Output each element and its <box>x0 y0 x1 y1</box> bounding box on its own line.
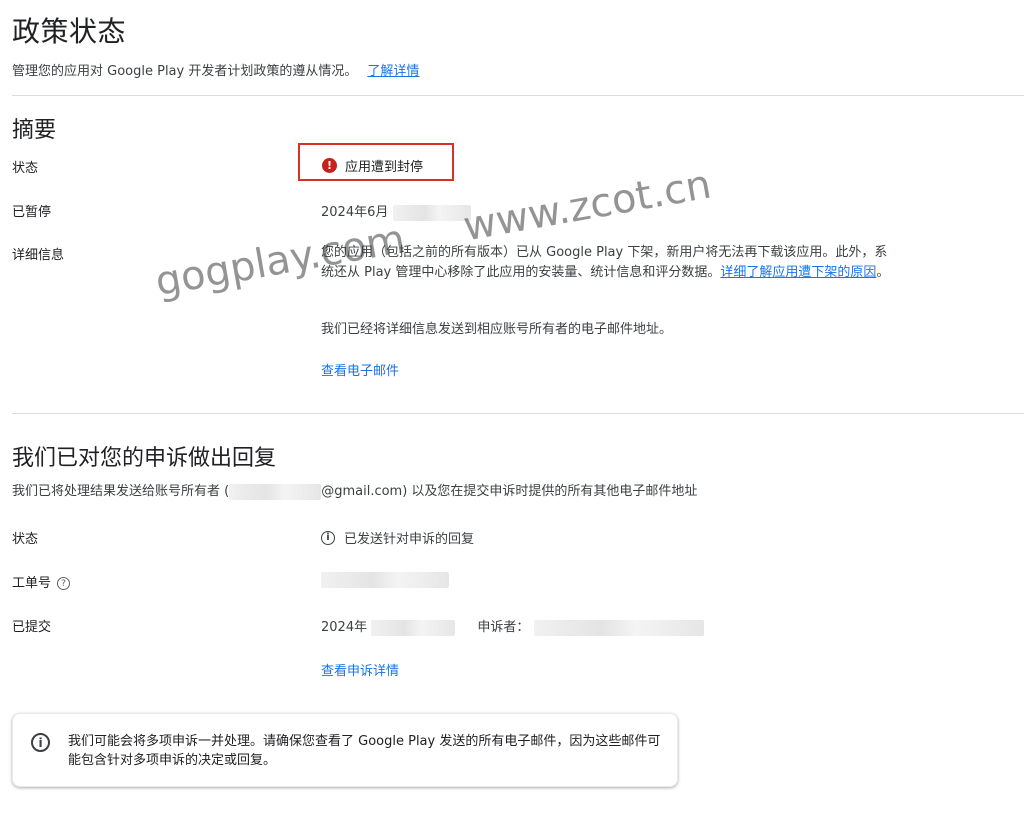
details-label: 详细信息 <box>12 248 65 263</box>
details-learn-link[interactable]: 详细了解应用遭下架的原因 <box>720 265 876 280</box>
ticket-label-text: 工单号 <box>12 576 52 591</box>
redacted-block <box>229 483 322 500</box>
suspended-date: 2024年6月 <box>321 205 389 220</box>
page-title: 政策状态 <box>12 15 127 48</box>
details-text: 您的应用（包括之前的所有版本）已从 Google Play 下架，新用户将无法再… <box>321 243 896 283</box>
ticket-value <box>321 572 449 588</box>
status-label: 状态 <box>12 161 39 176</box>
info-icon: i <box>31 733 50 752</box>
error-icon: ! <box>322 158 337 173</box>
learn-more-link[interactable]: 了解详情 <box>367 64 419 79</box>
ticket-label: 工单号? <box>12 572 71 591</box>
submitted-label: 已提交 <box>12 620 52 635</box>
submitted-date: 2024年 <box>321 620 368 635</box>
submitted-value: 2024年 申诉者： <box>321 616 704 636</box>
redacted-block <box>321 572 449 588</box>
status-value: ! 应用遭到封停 <box>322 156 423 175</box>
appeal-title: 我们已对您的申诉做出回复 <box>12 446 277 471</box>
appeal-status-text: 已发送针对申诉的回复 <box>344 532 475 547</box>
status-text: 应用遭到封停 <box>345 160 424 175</box>
redacted-block <box>371 619 456 636</box>
suspended-value: 2024年6月 <box>321 201 471 221</box>
info-card-text: 我们可能会将多项申诉一并处理。请确保您查看了 Google Play 发送的所有… <box>68 734 661 768</box>
appeal-sent-text: 我们已将处理结果发送给账号所有者 ( @gmail.com) 以及您在提交申诉时提… <box>12 480 697 500</box>
appeal-sent-prefix: 我们已将处理结果发送给账号所有者 ( <box>12 484 230 499</box>
subtitle-text: 管理您的应用对 Google Play 开发者计划政策的遵从情况。 <box>12 64 358 79</box>
redacted-block <box>392 204 471 221</box>
info-card: i 我们可能会将多项申诉一并处理。请确保您查看了 Google Play 发送的… <box>12 713 678 787</box>
view-email-link[interactable]: 查看电子邮件 <box>321 360 399 379</box>
details-end: 。 <box>876 265 890 280</box>
appellant-label: 申诉者： <box>477 620 530 635</box>
appeal-sent-suffix: @gmail.com) 以及您在提交申诉时提供的所有其他电子邮件地址 <box>321 484 698 499</box>
redacted-block <box>533 619 704 636</box>
page-subtitle: 管理您的应用对 Google Play 开发者计划政策的遵从情况。 了解详情 <box>12 60 419 79</box>
suspended-label: 已暂停 <box>12 205 52 220</box>
divider <box>12 413 1024 414</box>
watermark: www.zcot.cn <box>460 161 715 251</box>
email-notice: 我们已经将详细信息发送到相应账号所有者的电子邮件地址。 <box>321 322 673 337</box>
help-icon[interactable]: ? <box>57 577 71 590</box>
divider <box>12 95 1024 96</box>
view-appeal-details-link[interactable]: 查看申诉详情 <box>321 660 399 679</box>
summary-title: 摘要 <box>12 118 57 143</box>
appeal-status-label: 状态 <box>12 532 39 547</box>
appeal-status-value: i 已发送针对申诉的回复 <box>321 528 474 547</box>
info-icon: i <box>321 530 335 545</box>
